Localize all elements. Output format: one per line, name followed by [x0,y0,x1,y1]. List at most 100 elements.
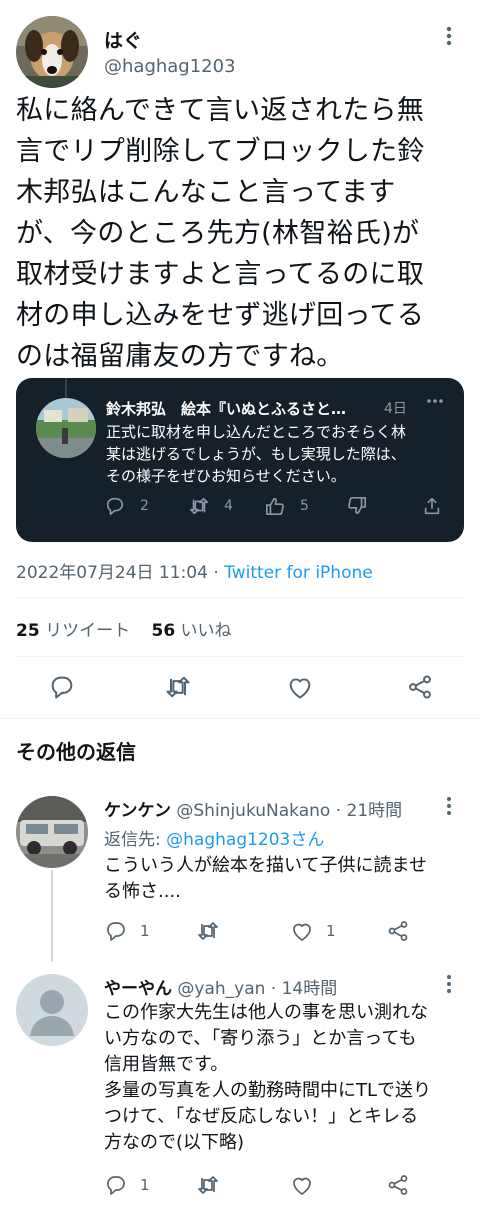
quoted-author-avatar[interactable] [36,398,96,458]
reply-actions: 1 1 [104,920,434,944]
section-title: その他の返信 [16,740,136,764]
reply-display-name[interactable]: やーやん [104,979,172,999]
retweet-label: リツイート [39,621,131,641]
reply-text: こういう人が絵本を描いて子供に読ませ る怖さ.... [104,853,464,905]
reply-to-label: 返信先: [104,830,167,850]
retweet-icon [196,920,220,942]
share-icon[interactable] [406,674,434,700]
quoted-retweet-count: 4 [224,498,233,514]
reply-text-line: 方なので(以下略) [104,1132,245,1153]
reply-text-line: る怖さ.... [104,881,181,902]
reply-button[interactable]: 1 [104,920,150,942]
like-count: 1 [326,922,336,940]
thumbs-up-icon [264,496,286,516]
reply-author[interactable]: ケンケン @ShinjukuNakano · 21時間 [104,796,402,821]
tweet-text-line: 木邦弘はこんなこと言ってます [16,177,396,208]
like-button[interactable] [290,1174,326,1196]
more-icon[interactable] [446,26,452,46]
likes-stat[interactable]: 56 いいね [151,621,231,641]
like-count: 56 [151,621,176,641]
quoted-tweet-text: 正式に取材を申し込んだところでおそらく林 某は逃げるでしょうが、もし実現した際は… [106,421,446,487]
more-icon[interactable] [446,974,452,994]
retweets-stat[interactable]: 25 リツイート [16,621,130,641]
share-icon [386,1174,410,1196]
quoted-author-name[interactable]: 鈴木邦弘 絵本『いぬとふるさと… [106,398,406,419]
reply-text-line: い方なので、「寄り添う」とか言っても [104,1028,417,1049]
thumbs-down-icon [346,496,368,516]
reply-to-line: 返信先: @haghag1203さん [104,825,324,850]
reply-to-handle-link[interactable]: @haghag1203さん [166,830,324,850]
tweet-text-line: 私に絡んできて言い返されたら無 [16,95,425,126]
quoted-tweet-time: 4日 [384,401,407,417]
quoted-share-button[interactable] [422,496,442,516]
thread-line [51,870,53,962]
reply-icon [104,496,126,516]
thread-line [65,378,67,398]
retweet-icon [188,496,210,516]
like-icon [290,920,314,942]
tweet-source-link[interactable]: Twitter for iPhone [224,563,373,583]
quoted-reply-count: 2 [140,498,149,514]
reply-text-line: こういう人が絵本を描いて子供に読ませ [104,855,427,876]
reply-actions: 1 [104,1174,434,1198]
share-icon [386,920,410,942]
reply-text-line: 信用皆無です。 [104,1054,229,1075]
tweet-stats: 25 リツイート 56 いいね [16,616,232,641]
retweet-count: 25 [16,621,40,641]
quoted-reply-button[interactable]: 2 [104,496,149,516]
author-display-name[interactable]: はぐ [104,26,142,53]
tweet-actions [16,674,464,702]
reply-text: この作家大先生は他人の事を思い測れな い方なので、「寄り添う」とか言っても 信用… [104,1000,464,1156]
meta-separator: · [207,563,225,583]
share-button[interactable] [386,920,410,942]
reply-text-line: つけて、「なぜ反応しない！」とキレる [104,1106,419,1127]
like-label: いいね [175,621,232,641]
author-handle[interactable]: @haghag1203 [104,56,236,77]
divider [16,656,464,657]
reply-count: 1 [140,922,150,940]
tweet-text-line: のは福留庸友の方ですね。 [16,341,344,372]
reply-handle-time: @ShinjukuNakano · 21時間 [170,801,403,821]
reply-text-line: 多量の写真を人の勤務時間中にTLで送り [104,1080,432,1101]
tweet-meta: 2022年07月24日 11:04 · Twitter for iPhone [16,558,373,583]
reply-text-line: この作家大先生は他人の事を思い測れな [104,1002,428,1023]
reply-count: 1 [140,1176,150,1194]
quoted-retweet-button[interactable]: 4 [188,496,233,516]
share-icon [422,496,442,516]
tweet-text: 私に絡んできて言い返されたら無 言でリプ削除してブロックした鈴 木邦弘はこんなこ… [16,90,466,377]
reply-icon[interactable] [48,674,76,700]
tweet-text-line: 取材受けますよと言ってるのに取 [16,259,425,290]
reply-author[interactable]: やーやん @yah_yan · 14時間 [104,974,337,999]
reply-button[interactable]: 1 [104,1174,150,1196]
reply-avatar[interactable] [16,974,88,1046]
tweet-text-line: が、今のところ先方(林智裕氏)が [16,218,420,249]
quoted-text-line: 正式に取材を申し込んだところでおそらく林 [106,423,407,441]
reply-handle-time: @yah_yan · 14時間 [172,979,338,999]
reply-icon [104,1174,128,1196]
more-icon[interactable] [426,398,444,404]
author-avatar[interactable] [16,16,88,88]
share-button[interactable] [386,1174,410,1196]
retweet-button[interactable] [196,1174,232,1196]
like-icon [290,1174,314,1196]
quoted-text-line: その様子をぜひお知らせください。 [106,467,346,485]
tweet-text-line: 材の申し込みをせず逃げ回ってる [16,300,425,331]
tweet-text-line: 言でリプ削除してブロックした鈴 [16,136,425,167]
divider [16,597,464,598]
reply-icon [104,920,128,942]
reply-display-name[interactable]: ケンケン [104,801,171,821]
quoted-like-count: 5 [300,498,309,514]
quoted-dislike-button[interactable] [346,496,368,516]
retweet-icon[interactable] [164,674,192,700]
more-icon[interactable] [446,796,452,816]
like-button[interactable]: 1 [290,920,336,942]
reply-avatar[interactable] [16,796,88,868]
retweet-button[interactable] [196,920,232,942]
quoted-like-button[interactable]: 5 [264,496,309,516]
quoted-text-line: 某は逃げるでしょうが、もし実現した際は、 [106,445,406,463]
quoted-tweet-actions: 2 4 5 [104,496,444,520]
quoted-tweet-card[interactable]: 鈴木邦弘 絵本『いぬとふるさと… 4日 正式に取材を申し込んだところでおそらく林… [16,378,464,542]
retweet-icon [196,1174,220,1196]
like-icon[interactable] [286,674,314,700]
tweet-timestamp[interactable]: 2022年07月24日 11:04 [16,563,208,583]
